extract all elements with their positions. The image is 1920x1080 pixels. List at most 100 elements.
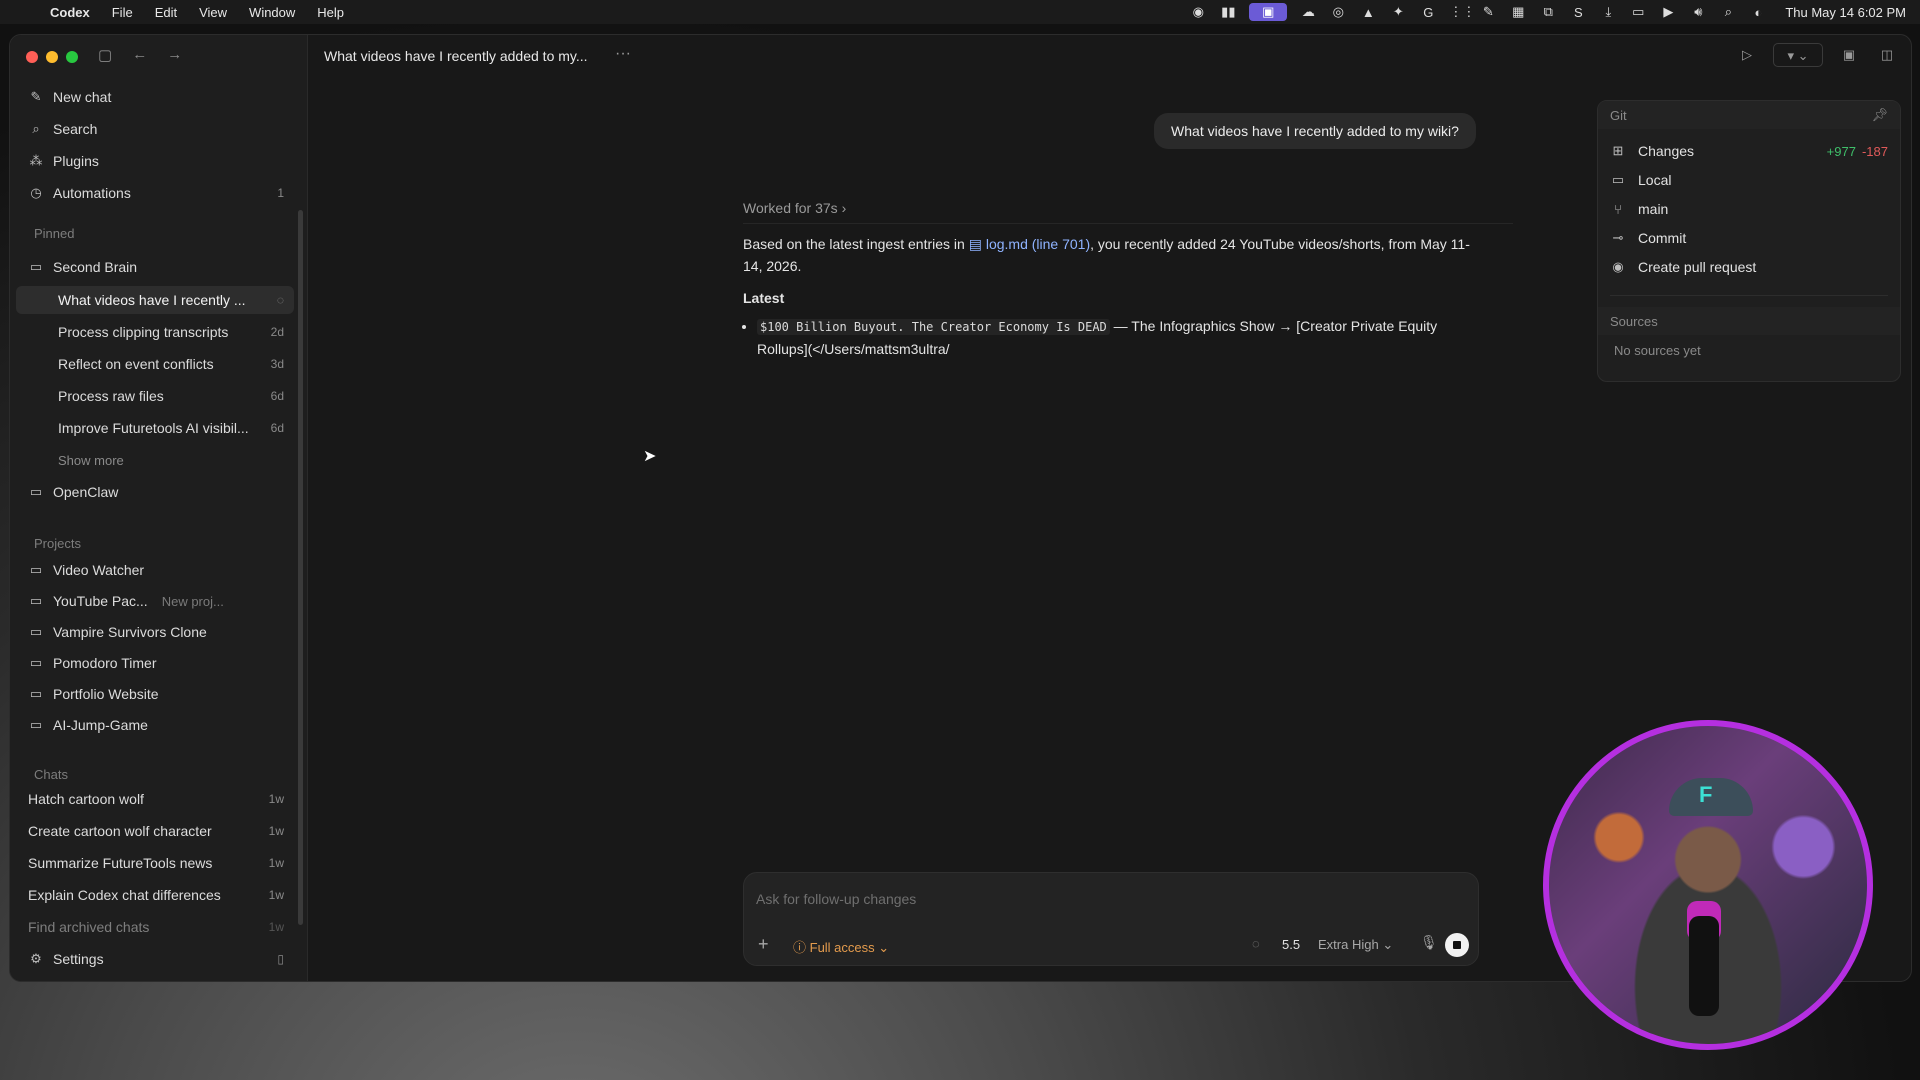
run-icon[interactable]: ▷: [1735, 43, 1759, 67]
display-icon[interactable]: ▭: [1629, 4, 1647, 20]
automations-button[interactable]: ◷ Automations 1: [16, 179, 294, 207]
sources-header: Sources: [1598, 307, 1900, 335]
pinned-chat-item[interactable]: Reflect on event conflicts 3d: [16, 350, 294, 378]
sources-header-label: Sources: [1610, 313, 1658, 329]
project-item[interactable]: ▭ Pomodoro Timer: [16, 649, 294, 677]
panel-toggle-icon[interactable]: ◫: [1875, 43, 1899, 67]
plugins-button[interactable]: ⁂ Plugins: [16, 147, 294, 175]
chat-label: Summarize FutureTools news: [28, 855, 213, 871]
pin-icon[interactable]: 📌︎: [1871, 107, 1888, 123]
model-version[interactable]: 5.5: [1282, 937, 1300, 952]
topbar: What videos have I recently added to my.…: [308, 35, 1911, 81]
folder-icon: ▭: [29, 717, 43, 732]
control-center-icon[interactable]: ◐: [1749, 5, 1767, 20]
sparkle-icon[interactable]: ✦: [1389, 4, 1407, 20]
add-attachment-icon[interactable]: +: [758, 934, 769, 955]
project-item[interactable]: ▭ YouTube Pac... New proj...: [16, 587, 294, 615]
forward-arrow-icon[interactable]: →: [167, 46, 182, 64]
search-tray-icon[interactable]: ⌕: [1719, 4, 1737, 20]
settings-label: Settings: [53, 951, 104, 967]
new-chat-button[interactable]: ✎ New chat: [16, 83, 294, 111]
show-more-label: Show more: [58, 452, 124, 468]
chat-label: Create cartoon wolf character: [28, 823, 212, 839]
folder-second-brain[interactable]: ▭ Second Brain: [16, 253, 294, 281]
composer[interactable]: Ask for follow-up changes + ⓘ Full acces…: [743, 872, 1479, 966]
git-pull-request-row[interactable]: ◉ Create pull request: [1610, 255, 1888, 279]
menubar-clock[interactable]: Thu May 14 6:02 PM: [1785, 5, 1906, 20]
project-item[interactable]: ▭ Video Watcher: [16, 556, 294, 584]
terminal-icon[interactable]: ▣: [1837, 43, 1861, 67]
pinned-chat-item[interactable]: Process clipping transcripts 2d: [16, 318, 294, 346]
chat-item[interactable]: Explain Codex chat differences 1w: [16, 881, 294, 909]
browser-icon[interactable]: ▦: [1509, 4, 1527, 20]
pinned-chat-item[interactable]: Process raw files 6d: [16, 382, 294, 410]
chat-item[interactable]: Create cartoon wolf character 1w: [16, 817, 294, 845]
search-button[interactable]: ⌕ Search: [16, 115, 294, 143]
translate-icon[interactable]: ⧉: [1539, 4, 1557, 20]
access-mode-dropdown[interactable]: ⓘ Full access ⌄: [793, 937, 889, 956]
menu-view[interactable]: View: [199, 5, 227, 20]
project-item[interactable]: ▭ Vampire Survivors Clone: [16, 618, 294, 646]
git-commit-row[interactable]: ⊸ Commit: [1610, 226, 1888, 250]
pinned-chat-item[interactable]: Improve Futuretools AI visibil... 6d: [16, 414, 294, 442]
git-branch-row[interactable]: ⑂ main: [1610, 197, 1888, 221]
menu-window[interactable]: Window: [249, 5, 295, 20]
back-arrow-icon[interactable]: ←: [132, 46, 147, 64]
git-row-label: main: [1638, 201, 1669, 217]
cloud-icon[interactable]: ☁: [1299, 4, 1317, 20]
app-tray-icon[interactable]: ▲: [1359, 5, 1377, 20]
grammarly-icon[interactable]: G: [1419, 5, 1437, 20]
project-item[interactable]: ▭ AI-Jump-Game: [16, 711, 294, 739]
sidebar-scrollbar[interactable]: [298, 210, 303, 925]
grid-icon[interactable]: ⋮⋮: [1449, 4, 1475, 20]
settings-button[interactable]: ⚙ Settings ▯: [16, 945, 294, 973]
folder-label: OpenClaw: [53, 484, 119, 500]
screen-record-icon[interactable]: ▣: [1249, 3, 1288, 21]
menu-file[interactable]: File: [112, 5, 133, 20]
volume-icon[interactable]: 🔊︎: [1689, 4, 1707, 20]
minimize-window-button[interactable]: [46, 51, 58, 63]
zoom-window-button[interactable]: [66, 51, 78, 63]
project-label: YouTube Pac... New proj...: [53, 593, 294, 609]
open-in-editor-button[interactable]: ▾ ⌄: [1773, 43, 1823, 67]
menu-edit[interactable]: Edit: [155, 5, 177, 20]
notes-icon[interactable]: ✎: [1479, 4, 1497, 20]
file-link[interactable]: ▤ log.md (line 701): [969, 236, 1090, 252]
git-changes-row[interactable]: ⊞ Changes +977 -187: [1610, 139, 1888, 163]
show-more-button[interactable]: Show more: [16, 446, 294, 474]
sidebar-toggle-icon[interactable]: ▢: [98, 46, 112, 64]
camera-icon[interactable]: ◎: [1329, 4, 1347, 20]
pinned-chat-item[interactable]: What videos have I recently ... ◌: [16, 286, 294, 314]
chat-item[interactable]: Hatch cartoon wolf 1w: [16, 785, 294, 813]
s-app-icon[interactable]: S: [1569, 5, 1587, 20]
video-title-code: $100 Billion Buyout. The Creator Economy…: [757, 319, 1110, 335]
close-window-button[interactable]: [26, 51, 38, 63]
menu-help[interactable]: Help: [317, 5, 344, 20]
search-icon: ⌕: [32, 121, 40, 136]
list-item: $100 Billion Buyout. The Creator Economy…: [757, 315, 1483, 360]
download-icon[interactable]: ⤓: [1599, 4, 1617, 20]
microphone-icon[interactable]: 🎙︎: [1420, 934, 1438, 951]
phone-icon[interactable]: ▯: [277, 952, 284, 966]
stop-generation-button[interactable]: [1445, 933, 1469, 957]
audio-levels-icon[interactable]: ▮▮: [1219, 4, 1237, 20]
sources-empty: No sources yet: [1614, 343, 1701, 358]
project-label: Video Watcher: [53, 562, 145, 578]
chevron-down-icon: ⌄: [1378, 937, 1394, 952]
play-icon[interactable]: ▶: [1659, 4, 1677, 20]
effort-dropdown[interactable]: Extra High ⌄: [1318, 937, 1393, 953]
menu-app-name[interactable]: Codex: [50, 5, 90, 20]
project-item[interactable]: ▭ Portfolio Website: [16, 680, 294, 708]
cap-logo-icon: F: [1699, 782, 1713, 807]
chat-item[interactable]: Find archived chats 1w: [16, 913, 294, 941]
git-local-row[interactable]: ▭ Local: [1610, 168, 1888, 192]
conversation-title: What videos have I recently added to my.…: [324, 48, 588, 64]
chatgpt-tray-icon[interactable]: ◉: [1189, 4, 1207, 20]
follow-up-input[interactable]: Ask for follow-up changes: [756, 891, 916, 907]
more-options-button[interactable]: ···: [615, 45, 631, 63]
folder-icon: ▭: [29, 593, 43, 608]
chat-item[interactable]: Summarize FutureTools news 1w: [16, 849, 294, 877]
worked-duration-toggle[interactable]: Worked for 37s ›: [743, 200, 846, 216]
folder-openclaw[interactable]: ▭ OpenClaw: [16, 478, 294, 506]
chat-age: 1w: [268, 824, 284, 838]
